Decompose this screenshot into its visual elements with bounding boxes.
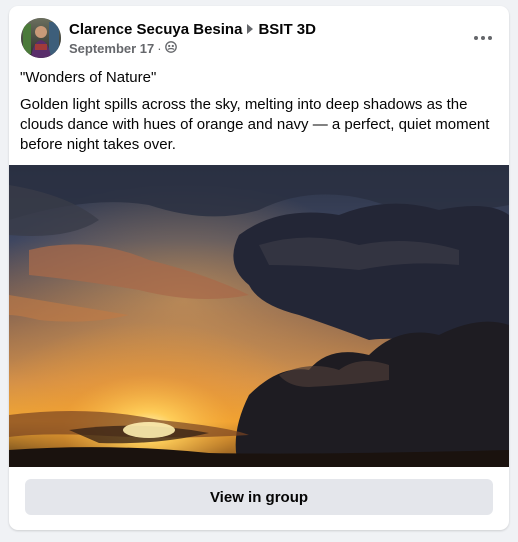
globe-group-icon (164, 40, 177, 57)
post-meta: September 17 · (69, 40, 177, 58)
group-arrow-icon (247, 24, 254, 35)
more-dot (488, 36, 492, 40)
post-body: Golden light spills across the sky, melt… (20, 96, 490, 153)
more-dot (474, 36, 478, 40)
more-options-icon[interactable] (469, 24, 497, 52)
sunset-clouds-photo[interactable] (9, 165, 509, 467)
post-title: "Wonders of Nature" (20, 69, 157, 86)
post-names: Clarence Secuya Besina BSIT 3D (69, 20, 316, 40)
author-avatar[interactable] (21, 18, 61, 58)
more-dot (481, 36, 485, 40)
group-name[interactable]: BSIT 3D (258, 21, 316, 38)
post-card: Clarence Secuya Besina BSIT 3D September … (9, 6, 509, 530)
post-date[interactable]: September 17 (69, 41, 154, 56)
meta-separator: · (157, 41, 162, 56)
author-name[interactable]: Clarence Secuya Besina (69, 21, 242, 38)
post-header: Clarence Secuya Besina BSIT 3D September … (21, 18, 497, 60)
view-in-group-button[interactable]: View in group (25, 479, 493, 515)
